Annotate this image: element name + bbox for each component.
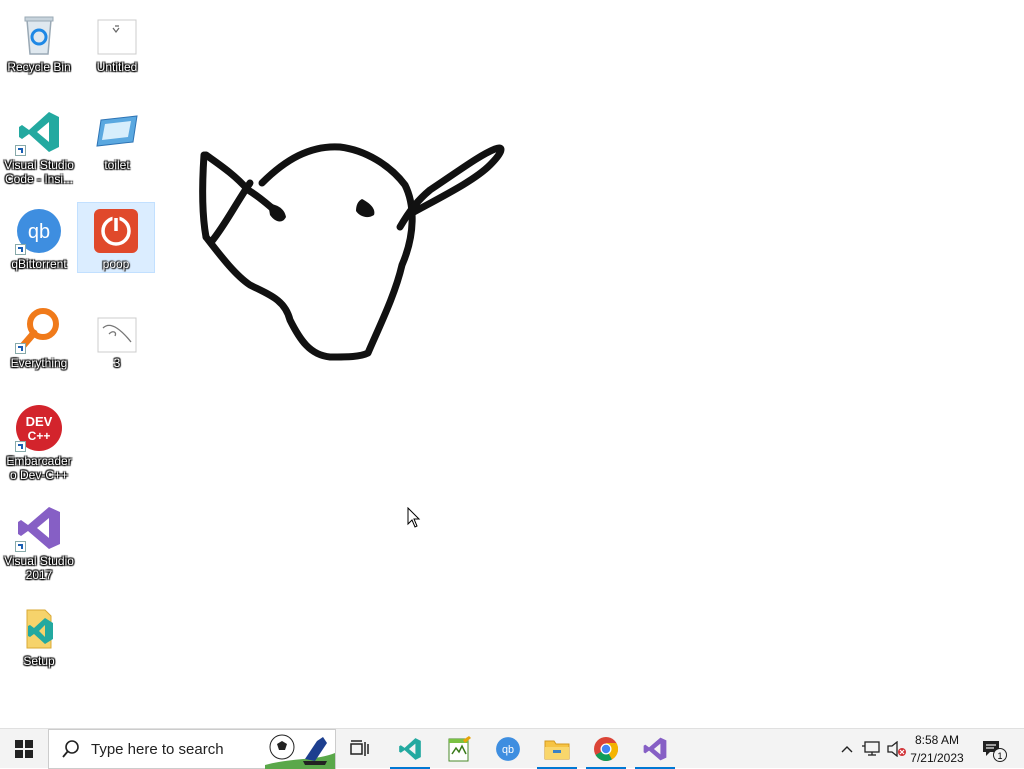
svg-text:C++: C++	[28, 429, 51, 443]
windows-logo-icon	[15, 740, 33, 758]
desktop-icon-dev-cpp[interactable]: DEV C++ Embarcadero Dev-C++	[1, 400, 77, 482]
task-view-icon	[350, 740, 369, 756]
visual-studio-icon	[15, 504, 63, 552]
shortcut-arrow-icon	[15, 343, 26, 354]
notepad-plus-icon	[448, 736, 471, 762]
mouse-cursor-icon	[407, 507, 421, 528]
notification-count-badge: 1	[993, 748, 1007, 762]
desktop-icon-label: Visual Studio Code - Insi...	[4, 158, 74, 186]
desktop-icon-poop[interactable]: poop	[77, 202, 155, 273]
desktop-icon-everything[interactable]: Everything	[1, 302, 77, 370]
desktop[interactable]: Recycle Bin Untitled Visual Studio Code …	[0, 0, 1024, 728]
desktop-icon-visual-studio-2017[interactable]: Visual Studio 2017	[1, 500, 77, 582]
taskbar: Type here to search qb 8:58 AM 7/21/2023…	[0, 728, 1024, 769]
svg-text:qb: qb	[502, 744, 514, 756]
taskbar-notepad-plus[interactable]	[435, 729, 483, 769]
start-button[interactable]	[0, 729, 48, 769]
chevron-up-icon	[841, 746, 853, 753]
clock-time: 8:58 AM	[914, 733, 960, 747]
desktop-icon-label: qBittorrent	[11, 257, 67, 271]
desktop-icon-untitled[interactable]: Untitled	[79, 6, 155, 74]
taskbar-qbittorrent[interactable]: qb	[484, 729, 532, 769]
desktop-icon-label: Everything	[10, 356, 68, 370]
desktop-icon-vscode-insiders[interactable]: Visual Studio Code - Insi...	[1, 104, 77, 186]
svg-text:DEV: DEV	[26, 414, 53, 429]
search-icon	[62, 740, 79, 758]
desktop-icon-label: Embarcadero Dev-C++	[6, 454, 72, 482]
setup-folder-icon	[15, 604, 63, 652]
task-view-button[interactable]	[336, 729, 384, 769]
desktop-icon-3[interactable]: 3	[79, 302, 155, 370]
network-button[interactable]	[860, 729, 882, 769]
dev-cpp-icon: DEV C++	[15, 404, 63, 452]
shortcut-arrow-icon	[15, 145, 26, 156]
image-file-icon	[93, 10, 141, 58]
recycle-bin-icon	[15, 10, 63, 58]
shortcut-arrow-icon	[15, 441, 26, 452]
file-explorer-icon	[544, 740, 570, 760]
search-highlight-soccer-icon	[265, 734, 335, 769]
monitor-file-icon	[93, 108, 141, 156]
qbittorrent-icon: qb	[496, 737, 520, 761]
freehand-drawing	[199, 143, 505, 361]
desktop-icon-label: Setup	[23, 654, 55, 668]
desktop-icon-toilet[interactable]: toilet	[79, 104, 155, 172]
search-placeholder: Type here to search	[91, 740, 224, 758]
desktop-icon-label: toilet	[104, 158, 130, 172]
desktop-icon-label: poop	[102, 257, 130, 271]
show-hidden-icons-button[interactable]	[836, 729, 858, 769]
vscode-insiders-icon	[15, 108, 63, 156]
shortcut-arrow-icon	[15, 541, 26, 552]
desktop-icon-label: Visual Studio 2017	[4, 554, 74, 582]
desktop-icon-recycle-bin[interactable]: Recycle Bin	[1, 6, 77, 74]
desktop-icon-setup[interactable]: Setup	[1, 600, 77, 668]
power-icon	[92, 207, 140, 255]
network-icon	[862, 741, 880, 756]
visual-studio-icon	[643, 737, 667, 761]
taskbar-clock[interactable]: 8:58 AM 7/21/2023	[902, 731, 972, 767]
taskbar-file-explorer[interactable]	[533, 729, 581, 769]
desktop-icon-label: Untitled	[96, 60, 138, 74]
qbittorrent-icon: qb	[15, 207, 63, 255]
taskbar-vscode-insiders[interactable]	[386, 729, 434, 769]
taskbar-visual-studio[interactable]	[631, 729, 679, 769]
shortcut-arrow-icon	[15, 244, 26, 255]
everything-search-icon	[15, 306, 63, 354]
clock-date: 7/21/2023	[910, 751, 964, 765]
svg-text:qb: qb	[28, 221, 50, 243]
taskbar-chrome[interactable]	[582, 729, 630, 769]
taskbar-search-box[interactable]: Type here to search	[48, 729, 336, 769]
action-center-button[interactable]: 1	[980, 729, 1007, 769]
chrome-icon	[594, 737, 619, 762]
desktop-icon-qbittorrent[interactable]: qb qBittorrent	[1, 203, 77, 271]
vscode-insiders-icon	[399, 738, 421, 760]
desktop-icon-label: 3	[113, 356, 121, 370]
desktop-icon-label: Recycle Bin	[7, 60, 71, 74]
image-file-icon	[93, 306, 141, 354]
